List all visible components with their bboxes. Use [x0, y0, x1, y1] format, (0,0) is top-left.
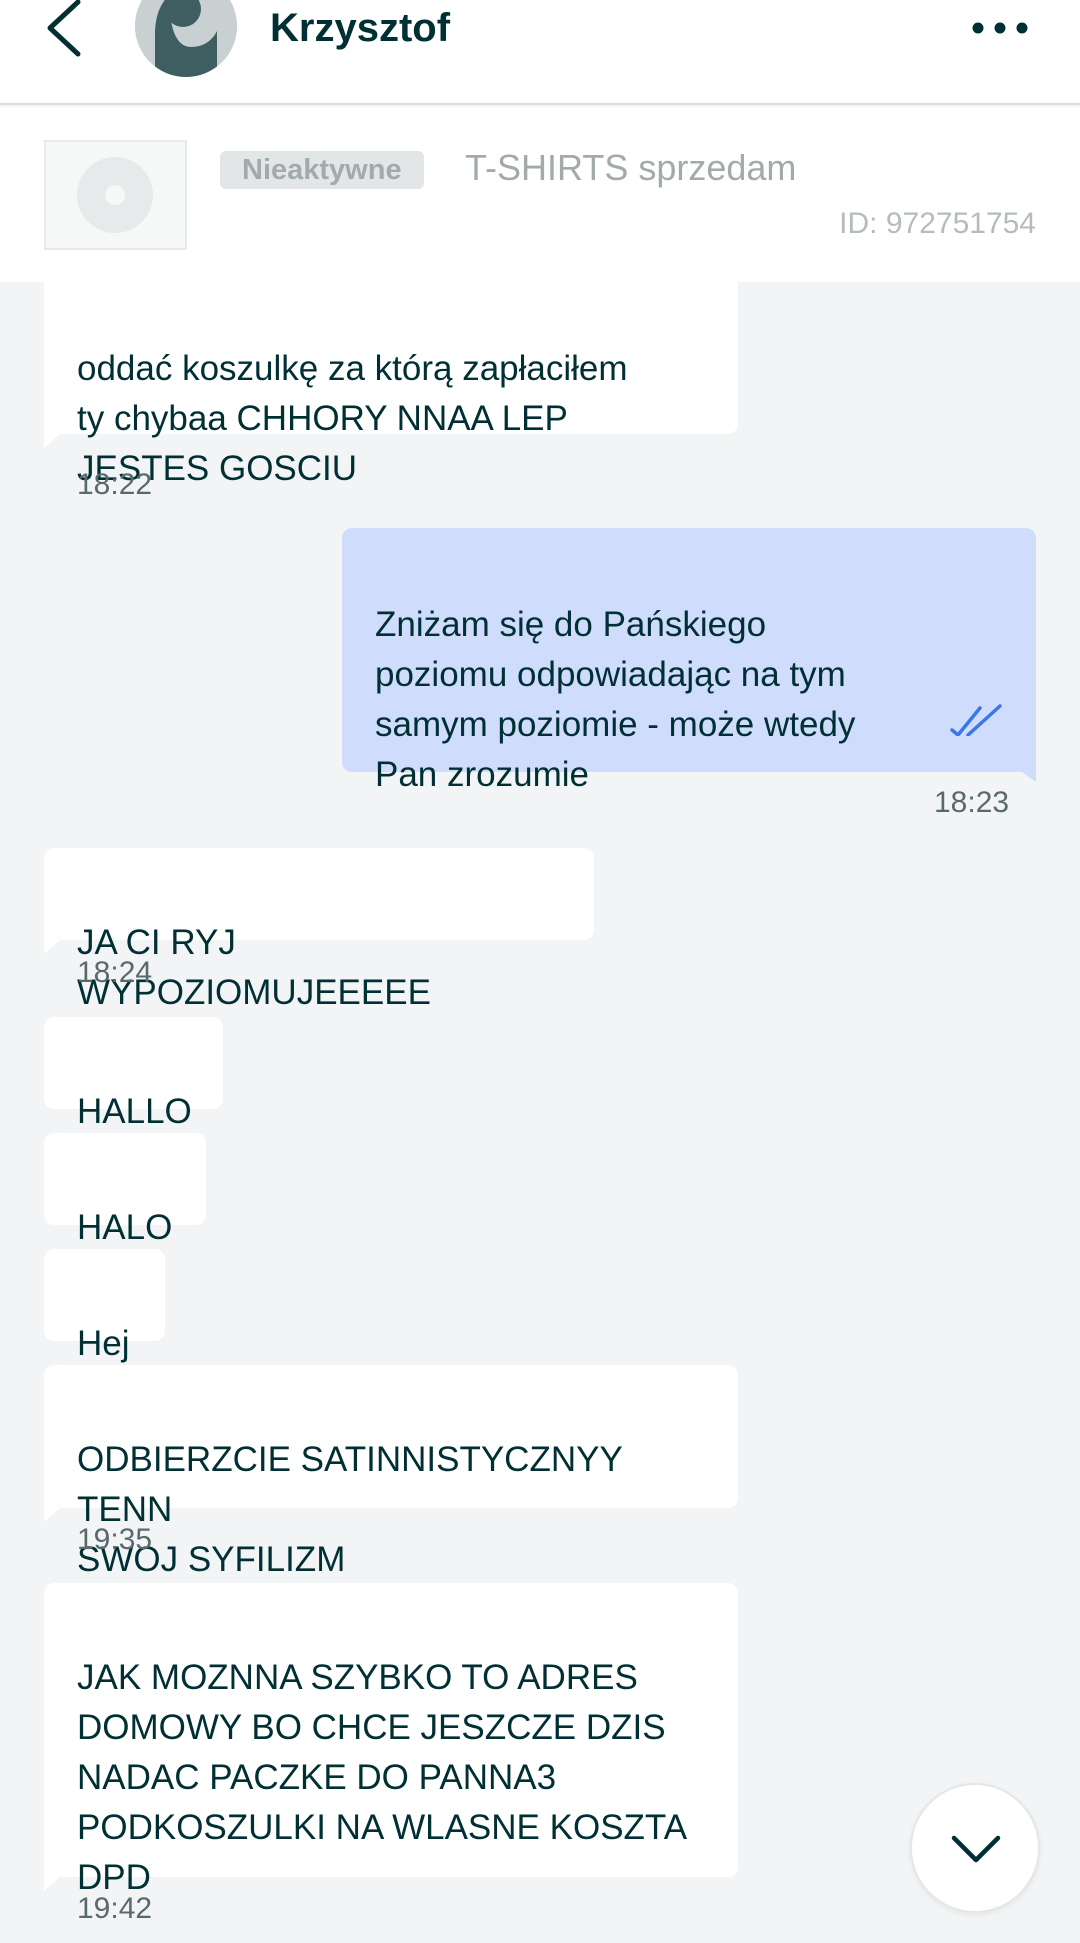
ad-title: T-SHIRTS sprzedam	[465, 147, 797, 188]
more-options-button[interactable]	[970, 10, 1030, 46]
message-text: HALO	[77, 1208, 173, 1247]
message-text: JAK MOZNNA SZYBKO TO ADRES DOMOWY BO CHC…	[77, 1658, 688, 1897]
ad-summary-bar[interactable]: Nieaktywne T-SHIRTS sprzedam ID: 9727517…	[0, 107, 1080, 282]
message-bubble-incoming[interactable]: JAK MOZNNA SZYBKO TO ADRES DOMOWY BO CHC…	[44, 1583, 738, 1897]
message-bubble-incoming[interactable]: ODBIERZCIE SATINNISTYCZNYY TENN SWOJ SYF…	[44, 1365, 738, 1579]
ad-id: ID: 972751754	[839, 207, 1036, 240]
double-check-icon	[950, 704, 1002, 736]
message-bubble-incoming[interactable]: HALLO	[44, 1017, 223, 1131]
ad-status-badge: Nieaktywne	[220, 151, 424, 189]
chat-header: Krzysztof	[0, 0, 1080, 105]
message-text: Hej	[77, 1324, 130, 1363]
user-avatar-icon	[135, 0, 237, 77]
message-time: 19:42	[77, 1892, 153, 1925]
message-text: Zniżam się do Pańskiego poziomu odpowiad…	[375, 605, 856, 794]
chevron-down-icon	[951, 1835, 1001, 1863]
contact-name[interactable]: Krzysztof	[270, 6, 450, 51]
message-bubble-incoming[interactable]: Hej	[44, 1249, 165, 1363]
scroll-to-bottom-button[interactable]	[910, 1783, 1040, 1913]
message-text: ODBIERZCIE SATINNISTYCZNYY TENN SWOJ SYF…	[77, 1440, 623, 1579]
message-list[interactable]: oddać koszulkę za którą zapłaciłem ty ch…	[0, 282, 1080, 1943]
message-text: oddać koszulkę za którą zapłaciłem ty ch…	[77, 349, 628, 488]
avatar[interactable]	[135, 0, 237, 77]
ad-thumbnail[interactable]	[44, 140, 187, 250]
message-time: 19:35	[77, 1523, 153, 1556]
message-bubble-outgoing[interactable]: Zniżam się do Pańskiego poziomu odpowiad…	[342, 528, 1036, 794]
message-bubble-incoming[interactable]: JA CI RYJ WYPOZIOMUJEEEEE	[44, 848, 594, 1012]
message-text: HALLO	[77, 1092, 192, 1131]
chevron-left-icon	[47, 0, 81, 57]
image-placeholder-icon	[77, 157, 153, 233]
message-bubble-incoming[interactable]: HALO	[44, 1133, 206, 1247]
message-time: 18:23	[934, 786, 1010, 819]
message-bubble-incoming[interactable]: oddać koszulkę za którą zapłaciłem ty ch…	[44, 282, 738, 488]
back-button[interactable]	[40, 0, 90, 60]
message-time: 18:24	[77, 956, 153, 989]
message-time: 18:22	[77, 468, 153, 501]
more-horizontal-icon	[972, 22, 1028, 34]
